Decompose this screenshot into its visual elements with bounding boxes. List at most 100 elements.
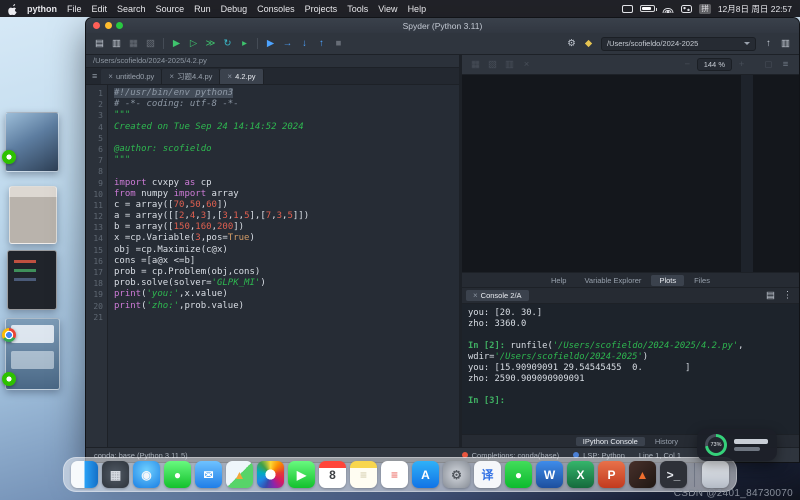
battery-icon[interactable] (640, 5, 655, 12)
pane-tab-variable-explorer[interactable]: Variable Explorer (576, 275, 649, 286)
run-file-icon[interactable]: ▶ (169, 36, 184, 51)
dock-app-store-icon[interactable]: A (412, 461, 439, 488)
pane-tab-plots[interactable]: Plots (651, 275, 684, 286)
save-plot-icon[interactable]: ▦ (468, 57, 483, 72)
zoom-in-icon[interactable]: + (734, 57, 749, 72)
close-tab-icon[interactable]: × (227, 72, 232, 81)
dock-translate-icon[interactable]: 译 (474, 461, 501, 488)
preferences-icon[interactable]: ⚙ (564, 36, 579, 51)
stop-icon[interactable]: ■ (331, 36, 346, 51)
debug-step-over-icon[interactable]: → (280, 36, 295, 51)
new-file-icon[interactable]: ▤ (92, 36, 107, 51)
minimize-window-button[interactable] (105, 22, 112, 29)
dock-maps-icon[interactable]: ▲ (226, 461, 253, 488)
remove-plot-icon[interactable]: × (519, 57, 534, 72)
dock-powerpoint-icon[interactable]: P (598, 461, 625, 488)
dock-trash-icon[interactable] (702, 461, 729, 488)
wechat-mini-icon[interactable] (2, 372, 16, 386)
save-all-plots-icon[interactable]: ▧ (485, 57, 500, 72)
fit-plot-icon[interactable]: ◻ (761, 57, 776, 72)
dock-matlab-icon[interactable]: ▲ (629, 461, 656, 488)
pane-tab-files[interactable]: Files (686, 275, 718, 286)
desktop-window-thumbnail-1[interactable] (5, 112, 59, 172)
window-title-bar[interactable]: Spyder (Python 3.11) (86, 18, 799, 33)
dock-finder-icon[interactable] (71, 461, 98, 488)
dock-notes-icon[interactable]: ≡ (350, 461, 377, 488)
console-bottom-tab-history[interactable]: History (648, 437, 685, 446)
debug-step-into-icon[interactable]: ↓ (297, 36, 312, 51)
zoom-out-icon[interactable]: − (680, 57, 695, 72)
run-cell-advance-icon[interactable]: ≫ (203, 36, 218, 51)
dock-word-icon[interactable]: W (536, 461, 563, 488)
editor-tab-untitled0.py[interactable]: ×untitled0.py (101, 69, 162, 84)
chrome-mini-icon[interactable] (2, 328, 16, 342)
wifi-icon[interactable] (662, 4, 674, 13)
menu-item-help[interactable]: Help (403, 4, 432, 14)
menu-item-source[interactable]: Source (151, 4, 190, 14)
browse-directory-icon[interactable]: ▥ (778, 36, 793, 51)
editor-tab-4.2.py[interactable]: ×4.2.py (220, 69, 263, 84)
new-console-icon[interactable]: ▤ (763, 288, 778, 303)
desktop-window-thumbnail-3[interactable] (7, 250, 57, 310)
dock-messages-icon[interactable]: ● (164, 461, 191, 488)
close-icon[interactable]: × (473, 291, 478, 300)
re-run-icon[interactable]: ↻ (220, 36, 235, 51)
tab-list-icon[interactable]: ≡ (88, 71, 101, 81)
dock-launchpad-icon[interactable]: ▦ (102, 461, 129, 488)
dock-mail-icon[interactable]: ✉ (195, 461, 222, 488)
console-tab[interactable]: × Console 2/A (466, 290, 529, 301)
menu-item-search[interactable]: Search (112, 4, 151, 14)
dock-wechat-icon[interactable]: ● (505, 461, 532, 488)
dock-safari-icon[interactable]: ◉ (133, 461, 160, 488)
debug-step-out-icon[interactable]: ↑ (314, 36, 329, 51)
save-all-icon[interactable]: ▧ (143, 36, 158, 51)
code-line: Created on Tue Sep 24 14:14:52 2024 (114, 122, 459, 133)
parent-directory-icon[interactable]: ↑ (761, 36, 776, 51)
screen-mirroring-icon[interactable] (622, 5, 633, 13)
ipython-console-output[interactable]: you: [20. 30.]zho: 3360.0 In [2]: runfil… (462, 304, 799, 434)
menubar-clock[interactable]: 12月8日 周日 22:57 (718, 3, 792, 15)
close-tab-icon[interactable]: × (169, 72, 174, 81)
dock-calendar-icon[interactable]: 8 (319, 461, 346, 488)
menu-item-projects[interactable]: Projects (300, 4, 343, 14)
dock-terminal-icon[interactable]: >_ (660, 461, 687, 488)
save-file-icon[interactable]: ▦ (126, 36, 141, 51)
dock-system-settings-icon[interactable]: ⚙ (443, 461, 470, 488)
menu-item-run[interactable]: Run (189, 4, 216, 14)
run-selection-icon[interactable]: ▸ (237, 36, 252, 51)
menu-item-debug[interactable]: Debug (216, 4, 253, 14)
input-source-badge[interactable]: 拼 (699, 4, 711, 14)
menu-item-file[interactable]: File (62, 4, 87, 14)
editor-tab-bar: ≡ ×untitled0.py×习题4.4.py×4.2.py (86, 68, 459, 85)
menu-item-view[interactable]: View (373, 4, 402, 14)
dock-facetime-icon[interactable]: ▶ (288, 461, 315, 488)
working-directory-selector[interactable]: /Users/scofieldo/2024-2025 (601, 37, 756, 51)
desktop-window-thumbnail-2[interactable] (9, 186, 57, 244)
copy-plot-icon[interactable]: ▥ (502, 57, 517, 72)
run-cell-icon[interactable]: ▷ (186, 36, 201, 51)
debug-file-icon[interactable]: ▶ (263, 36, 278, 51)
open-file-icon[interactable]: ▥ (109, 36, 124, 51)
menu-item-edit[interactable]: Edit (87, 4, 113, 14)
menu-item-tools[interactable]: Tools (342, 4, 373, 14)
dock-photos-icon[interactable] (257, 461, 284, 488)
console-bottom-tab-ipython-console[interactable]: IPython Console (576, 437, 645, 446)
plots-options-menu-icon[interactable]: ≡ (778, 57, 793, 72)
pythonpath-manager-icon[interactable]: ◆ (581, 36, 596, 51)
wechat-mini-icon[interactable] (2, 150, 16, 164)
battery-widget[interactable]: 73% (697, 429, 777, 461)
dock-reminders-icon[interactable]: ≡ (381, 461, 408, 488)
editor-tab-习题4.4.py[interactable]: ×习题4.4.py (162, 69, 220, 84)
menu-item-consoles[interactable]: Consoles (252, 4, 300, 14)
code-editor[interactable]: 123456789101112131415161718192021 #!/usr… (86, 85, 459, 447)
close-tab-icon[interactable]: × (108, 72, 113, 81)
console-options-menu-icon[interactable]: ⋮ (780, 288, 795, 303)
pane-tab-help[interactable]: Help (543, 275, 574, 286)
close-window-button[interactable] (93, 22, 100, 29)
menu-item-python[interactable]: python (22, 4, 62, 14)
plots-thumbnail-strip[interactable] (741, 75, 753, 272)
control-center-icon[interactable] (681, 5, 692, 13)
apple-menu-icon[interactable] (8, 3, 18, 15)
dock-excel-icon[interactable]: X (567, 461, 594, 488)
zoom-window-button[interactable] (116, 22, 123, 29)
